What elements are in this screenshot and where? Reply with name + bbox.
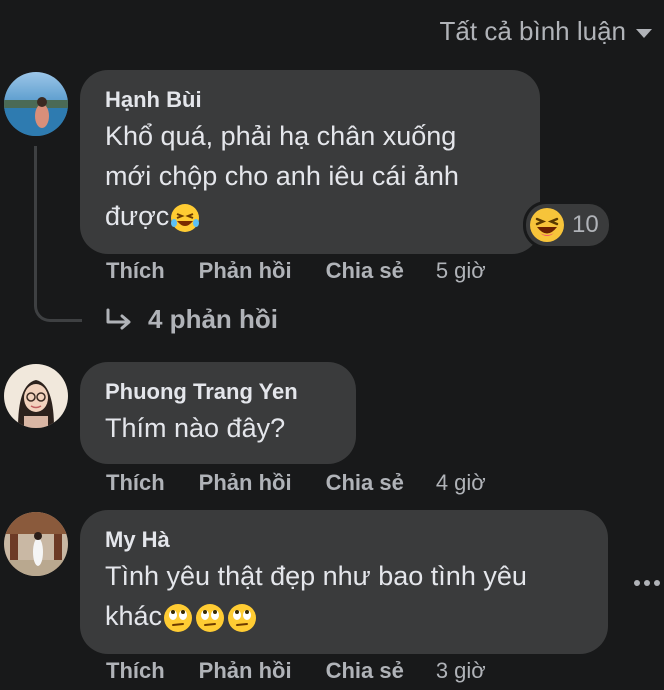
comment-line: Thím nào đây? bbox=[105, 413, 286, 443]
share-button[interactable]: Chia sẻ bbox=[326, 470, 404, 496]
comment-timestamp[interactable]: 3 giờ bbox=[436, 658, 486, 684]
haha-reaction-icon bbox=[530, 208, 564, 242]
comment-filter-dropdown[interactable]: Tất cả bình luận bbox=[440, 16, 652, 47]
comment-line: mới chộp cho anh iêu cái ảnh bbox=[105, 161, 459, 191]
comment-text: Khổ quá, phải hạ chân xuống mới chộp cho… bbox=[105, 116, 516, 236]
reaction-summary[interactable]: 10 bbox=[526, 204, 609, 246]
comment-timestamp[interactable]: 4 giờ bbox=[436, 470, 486, 496]
comment-filter-label: Tất cả bình luận bbox=[439, 16, 626, 46]
comment-line: Tình yêu thật đẹp như bao tình yêu bbox=[105, 561, 527, 591]
comment-text: Thím nào đây? bbox=[105, 408, 332, 448]
comment-author[interactable]: Hạnh Bùi bbox=[105, 86, 516, 114]
reply-button[interactable]: Phản hồi bbox=[199, 470, 292, 496]
reply-arrow-icon bbox=[106, 308, 131, 329]
comment-actions: Thích Phản hồi Chia sẻ 5 giờ bbox=[106, 258, 486, 284]
reply-button[interactable]: Phản hồi bbox=[199, 658, 292, 684]
avatar[interactable] bbox=[4, 364, 68, 428]
reaction-count: 10 bbox=[572, 211, 599, 238]
like-button[interactable]: Thích bbox=[106, 470, 165, 496]
share-button[interactable]: Chia sẻ bbox=[326, 258, 404, 284]
laughing-emoji-icon bbox=[171, 203, 200, 232]
comment-timestamp[interactable]: 5 giờ bbox=[436, 258, 486, 284]
comment-actions: Thích Phản hồi Chia sẻ 3 giờ bbox=[106, 658, 486, 684]
comment-bubble: Hạnh Bùi Khổ quá, phải hạ chân xuống mới… bbox=[80, 70, 540, 254]
reply-button[interactable]: Phản hồi bbox=[199, 258, 292, 284]
comment-actions: Thích Phản hồi Chia sẻ 4 giờ bbox=[106, 470, 486, 496]
like-button[interactable]: Thích bbox=[106, 658, 165, 684]
thread-connector bbox=[34, 146, 82, 322]
comment-bubble: Phuong Trang Yen Thím nào đây? bbox=[80, 362, 356, 464]
comment-line: được bbox=[105, 201, 170, 231]
avatar[interactable] bbox=[4, 512, 68, 576]
comment-line-with-emoji: được bbox=[105, 196, 516, 236]
comment-bubble: My Hà Tình yêu thật đẹp như bao tình yêu… bbox=[80, 510, 608, 654]
view-replies-button[interactable]: 4 phản hồi bbox=[104, 304, 278, 335]
chevron-down-icon bbox=[636, 29, 652, 38]
more-options-icon[interactable] bbox=[634, 580, 660, 586]
avatar[interactable] bbox=[4, 72, 68, 136]
comment-author[interactable]: Phuong Trang Yen bbox=[105, 378, 332, 406]
rolling-eyes-emoji-icon bbox=[196, 603, 225, 632]
comment-author[interactable]: My Hà bbox=[105, 526, 584, 554]
comment-line-with-emoji: khác bbox=[105, 596, 584, 636]
rolling-eyes-emoji-icon bbox=[228, 603, 257, 632]
share-button[interactable]: Chia sẻ bbox=[326, 658, 404, 684]
comment-line: Khổ quá, phải hạ chân xuống bbox=[105, 121, 457, 151]
comment-text: Tình yêu thật đẹp như bao tình yêu khác bbox=[105, 556, 584, 636]
like-button[interactable]: Thích bbox=[106, 258, 165, 284]
comment-line: khác bbox=[105, 601, 163, 631]
rolling-eyes-emoji-icon bbox=[164, 603, 193, 632]
replies-count-label: 4 phản hồi bbox=[148, 304, 278, 334]
